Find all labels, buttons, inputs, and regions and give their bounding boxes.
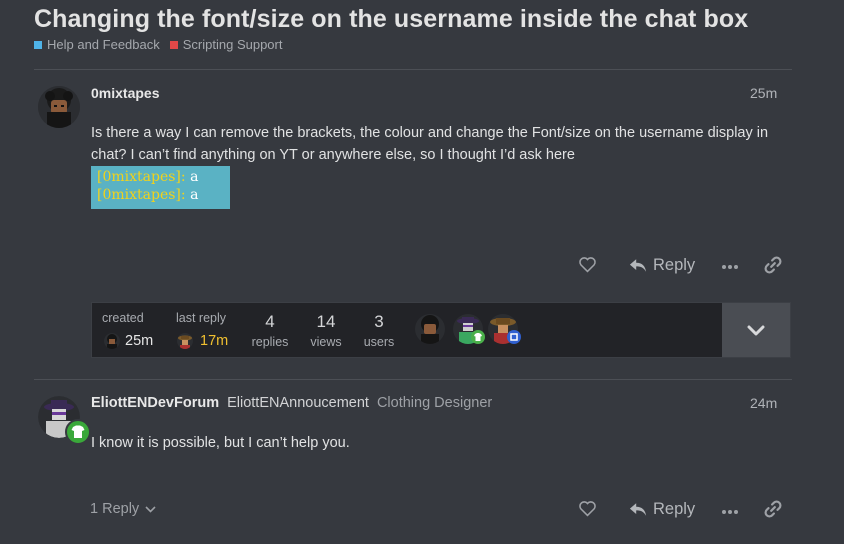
user-avatar[interactable] <box>38 86 80 128</box>
reply-button[interactable]: Reply <box>629 256 695 275</box>
show-replies-button[interactable]: 1 Reply <box>90 501 156 517</box>
chevron-down-icon <box>145 505 156 513</box>
heart-icon[interactable] <box>578 256 597 278</box>
link-icon[interactable] <box>764 256 782 279</box>
topic-map: created 25m last reply 17m 4 replies 14 … <box>91 302 791 358</box>
created-label: created <box>102 311 144 325</box>
reply-button[interactable]: Reply <box>629 500 695 519</box>
link-icon[interactable] <box>764 500 782 523</box>
category-swatch <box>34 40 42 49</box>
chat-name: [0mixtapes]: <box>97 169 186 185</box>
shirt-badge-icon <box>471 330 485 344</box>
last-replier-avatar[interactable] <box>177 333 193 349</box>
ellipsis-icon[interactable] <box>721 258 739 276</box>
chat-screenshot-image[interactable]: [0mixtapes]: a [0mixtapes]: a <box>91 166 230 209</box>
expand-topic-map-button[interactable] <box>722 303 790 357</box>
divider <box>34 379 792 380</box>
created-time[interactable]: 25m <box>125 333 153 349</box>
chat-message: a <box>190 187 199 203</box>
creator-avatar[interactable] <box>104 333 120 349</box>
replies-label: replies <box>251 335 289 349</box>
reply-arrow-icon <box>629 259 647 272</box>
ellipsis-icon[interactable] <box>721 503 739 521</box>
post-body: Is there a way I can remove the brackets… <box>91 125 769 163</box>
category-swatch <box>169 40 178 49</box>
replies-toggle-label: 1 Reply <box>90 501 140 517</box>
heart-icon[interactable] <box>578 500 597 522</box>
reply-label: Reply <box>653 500 696 518</box>
post-full-name[interactable]: EliottENAnnoucement <box>227 395 369 411</box>
post-username[interactable]: EliottENDevForum <box>91 395 219 411</box>
reply-arrow-icon <box>629 503 647 516</box>
participant-avatar[interactable] <box>415 314 445 344</box>
chat-message: a <box>190 169 199 185</box>
category-label: Scripting Support <box>182 37 283 52</box>
category-scripting-support[interactable]: Scripting Support <box>169 37 283 52</box>
chat-line: [0mixtapes]: a <box>97 186 230 204</box>
users-label: users <box>363 335 395 349</box>
clothing-designer-badge-icon <box>65 419 91 445</box>
post-author-line: EliottENDevForum EliottENAnnoucement Clo… <box>91 395 492 411</box>
category-help-and-feedback[interactable]: Help and Feedback <box>34 37 160 52</box>
last-reply-time[interactable]: 17m <box>200 333 228 349</box>
divider <box>34 69 792 70</box>
post-timestamp[interactable]: 24m <box>750 395 777 411</box>
users-count: 3 <box>374 312 384 331</box>
post-timestamp[interactable]: 25m <box>750 85 777 101</box>
post-body: I know it is possible, but I can’t help … <box>91 435 350 451</box>
replies-count: 4 <box>265 312 275 331</box>
chat-line: [0mixtapes]: a <box>97 168 230 186</box>
verified-badge-icon <box>507 330 521 344</box>
post-username[interactable]: 0mixtapes <box>91 85 159 101</box>
views-label: views <box>310 335 342 349</box>
views-count: 14 <box>316 312 336 331</box>
category-breadcrumb: Help and Feedback Scripting Support <box>34 37 282 52</box>
user-title: Clothing Designer <box>376 395 493 411</box>
reply-label: Reply <box>653 256 696 274</box>
chevron-down-icon <box>747 325 765 335</box>
last-reply-label: last reply <box>176 311 227 325</box>
category-label: Help and Feedback <box>47 37 160 52</box>
topic-title[interactable]: Changing the font/size on the username i… <box>34 5 748 34</box>
chat-name: [0mixtapes]: <box>97 187 186 203</box>
